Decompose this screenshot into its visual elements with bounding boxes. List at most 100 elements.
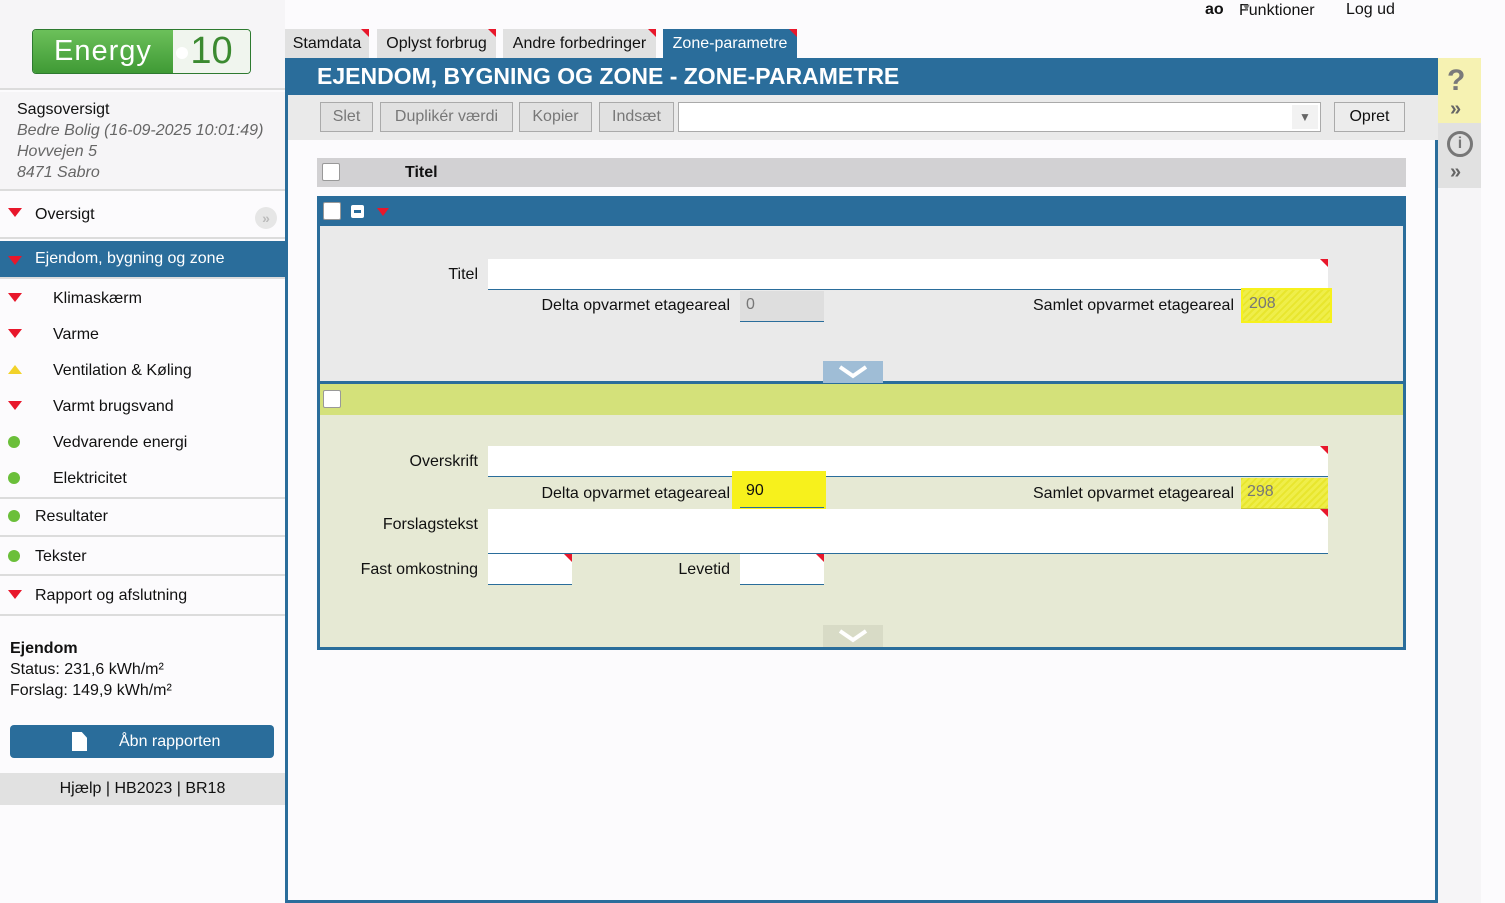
create-button[interactable]: Opret [1334,102,1405,132]
nav-item-ventilation[interactable]: Ventilation & Køling [0,353,285,389]
info-panel-toggle[interactable]: i » [1438,123,1481,188]
nav-item-property[interactable]: Ejendom, bygning og zone [0,241,285,279]
tab-zone-parametre[interactable]: Zone-parametre [663,29,797,58]
summary-status: Status: 231,6 kWh/m² [10,661,164,678]
title-input[interactable] [488,259,1328,290]
status-corner-icon [789,29,797,37]
case-city: 8471 Sabro [17,164,100,181]
status-yellow-icon [8,365,22,374]
proposal-text-input[interactable] [488,509,1328,554]
tab-label: Zone-parametre [672,34,788,52]
nav-label: Vedvarende energi [53,434,188,451]
nav-item-renewable[interactable]: Vedvarende energi [0,425,285,461]
select-all-checkbox[interactable] [322,163,340,181]
status-red-icon [8,590,22,599]
chevron-down-icon[interactable]: ▼ [1292,105,1318,129]
summary-title: Ejendom [10,640,78,657]
chevron-down-icon [838,365,868,379]
status-red-icon [8,401,22,410]
tab-stamdata[interactable]: Stamdata [285,29,369,58]
case-overview[interactable]: Sagsoversigt Bedre Bolig (16-09-2025 10:… [0,92,285,191]
type-select[interactable]: ▼ [678,102,1321,132]
collapse-minus-icon[interactable] [351,205,364,218]
status-corner-icon [1320,259,1328,267]
nav-label: Varmt brugsvand [53,398,174,415]
lifetime-input[interactable] [740,554,824,585]
nav-item-texts[interactable]: Tekster [0,539,285,576]
tab-label: Andre forbedringer [512,34,647,52]
delete-button[interactable]: Slet [320,102,373,132]
status-red-icon [8,256,22,265]
status-red-icon [8,293,22,302]
title-label: Titel [448,266,478,283]
logout-link[interactable]: Log ud [1346,1,1395,19]
total-area-label: Samlet opvarmet etageareal [1033,485,1234,502]
double-chevron-right-icon[interactable]: » [1450,161,1461,184]
expand-chevron-icon[interactable] [823,625,883,647]
status-corner-icon [648,29,656,37]
nav-item-report[interactable]: Rapport og afslutning [0,578,285,616]
delta-area-input[interactable]: 90 [740,477,824,508]
status-green-icon [8,472,20,484]
status-red-icon [377,208,389,216]
nav-item-electricity[interactable]: Elektricitet [0,461,285,497]
heading-input[interactable] [488,446,1328,477]
paste-button[interactable]: Indsæt [599,102,674,132]
nav-item-results[interactable]: Resultater [0,499,285,537]
delta-area-label: Delta opvarmet etageareal [541,485,730,502]
record-header [320,384,1403,415]
total-area-field: 208 [1241,288,1332,323]
record-checkbox[interactable] [323,390,341,408]
case-title[interactable]: Sagsoversigt [17,100,285,120]
nav-item-heat[interactable]: Varme [0,317,285,353]
total-area-label: Samlet opvarmet etageareal [1033,297,1234,314]
nav-item-hot-water[interactable]: Varmt brugsvand [0,389,285,425]
caret-down-icon[interactable]: ▼ [1241,2,1252,14]
status-corner-icon [1320,446,1328,454]
status-red-icon [8,208,22,217]
fixed-cost-input[interactable] [488,554,572,585]
status-corner-icon [564,554,572,562]
tab-andre-forbedringer[interactable]: Andre forbedringer [503,29,656,58]
summary-proposal: Forslag: 149,9 kWh/m² [10,682,172,699]
collapse-chevron-icon[interactable]: » [255,207,277,229]
status-corner-icon [816,554,824,562]
nav-item-climate[interactable]: Klimaskærm [0,281,285,317]
record-header [320,199,1403,226]
lifetime-label: Levetid [678,561,730,578]
document-icon [72,732,87,751]
status-green-icon [8,510,20,522]
right-rail: ? » i » [1438,58,1481,903]
nav-item-overview[interactable]: Oversigt » [0,193,285,239]
copy-button[interactable]: Kopier [519,102,592,132]
tab-label: Stamdata [292,34,362,52]
fixed-cost-label: Fast omkostning [360,561,478,578]
nav-label: Elektricitet [53,470,127,487]
status-corner-icon [361,29,369,37]
sidebar: Energy 10 Sagsoversigt Bedre Bolig (16-0… [0,0,285,903]
heading-label: Overskrift [409,453,478,470]
nav-label: Rapport og afslutning [35,587,188,604]
tab-label: Oplyst forbrug [386,34,487,52]
case-address: Hovvejen 5 [17,143,98,160]
record-checkbox[interactable] [323,202,341,220]
help-links[interactable]: Hjælp | HB2023 | BR18 [0,773,285,805]
open-report-label: Åbn rapporten [119,732,221,750]
nav-label: Varme [53,326,99,343]
help-panel-toggle[interactable]: ? » [1438,58,1481,123]
duplicate-value-button[interactable]: Duplikér værdi [380,102,513,132]
energy10-logo[interactable]: Energy 10 [32,29,251,74]
info-icon[interactable]: i [1447,131,1473,157]
tab-oplyst-forbrug[interactable]: Oplyst forbrug [377,29,496,58]
zone-record-proposal: Overskrift Delta opvarmet etageareal 90 … [317,384,1406,650]
double-chevron-right-icon[interactable]: » [1450,98,1461,121]
delta-area-field: 0 [740,291,824,322]
nav-label: Tekster [35,547,87,565]
expand-chevron-icon[interactable] [823,361,883,383]
zone-record-status: Titel Delta opvarmet etageareal 0 Samlet… [317,196,1406,384]
nav-label: Oversigt [35,206,95,223]
question-mark-icon[interactable]: ? [1447,64,1465,98]
column-header-title: Titel [405,164,438,181]
toolbar: Slet Duplikér værdi Kopier Indsæt ▼ Opre… [288,95,1438,140]
open-report-button[interactable]: Åbn rapporten [10,725,274,758]
